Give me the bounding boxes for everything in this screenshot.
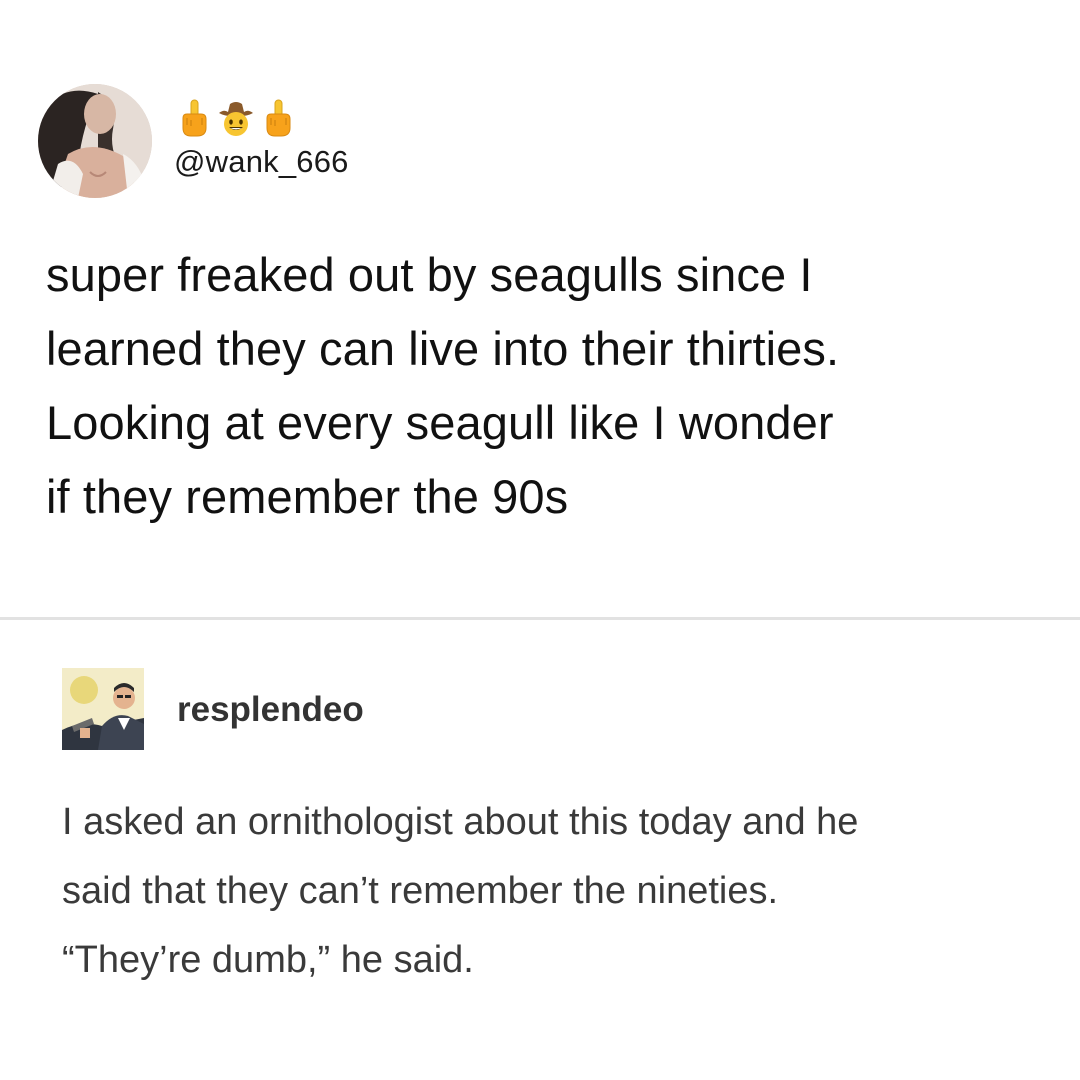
comic-avatar-icon bbox=[62, 668, 144, 750]
tweet-handle[interactable]: @wank_666 bbox=[174, 144, 349, 180]
reply-card: resplendeo I asked an ornithologist abou… bbox=[0, 620, 1080, 1080]
tweet-text: super freaked out by seagulls since I le… bbox=[46, 248, 840, 523]
profile-photo-icon bbox=[38, 84, 152, 198]
avatar[interactable] bbox=[62, 668, 144, 750]
reply-text: I asked an ornithologist about this toda… bbox=[62, 801, 859, 981]
cowboy-face-icon bbox=[219, 102, 253, 136]
emoji-row bbox=[178, 98, 294, 138]
middle-finger-icon bbox=[182, 99, 207, 137]
reply-username[interactable]: resplendeo bbox=[177, 690, 364, 730]
avatar[interactable] bbox=[38, 84, 152, 198]
tweet-card: @wank_666 super freaked out by seagulls … bbox=[0, 0, 1080, 618]
middle-finger-icon bbox=[266, 99, 291, 137]
